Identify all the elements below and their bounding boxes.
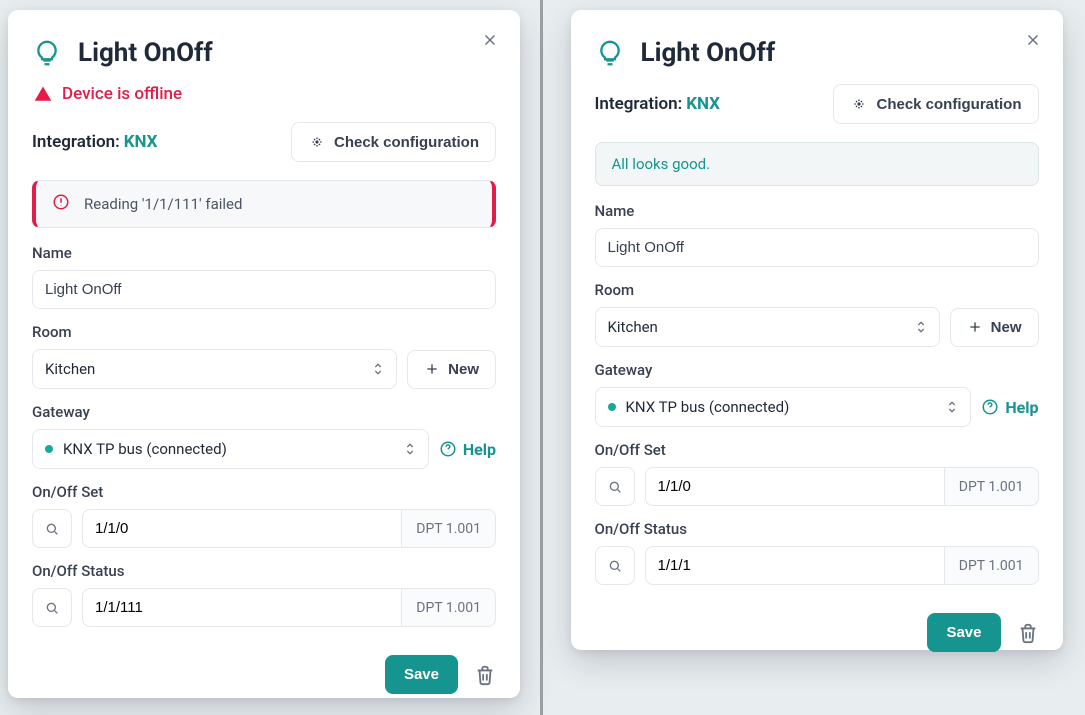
- success-alert: All looks good.: [595, 142, 1039, 186]
- dialog-header: Light OnOff: [595, 38, 1039, 78]
- error-alert: Reading '1/1/111' failed: [32, 180, 496, 228]
- name-label: Name: [32, 244, 496, 262]
- sparkle-icon: [308, 133, 326, 151]
- chevron-updown-icon: [944, 399, 960, 415]
- address-search-button[interactable]: [32, 588, 72, 627]
- device-dialog-left: Light OnOff Device is offline Integratio…: [8, 10, 520, 698]
- close-icon[interactable]: [478, 28, 502, 52]
- integration-label-group: Integration: KNX: [32, 132, 157, 152]
- check-config-label: Check configuration: [876, 96, 1021, 113]
- search-icon: [44, 600, 60, 616]
- trash-icon[interactable]: [1017, 622, 1039, 644]
- save-button[interactable]: Save: [927, 613, 1000, 652]
- dialog-header: Light OnOff: [32, 38, 496, 78]
- name-input[interactable]: [32, 270, 496, 309]
- close-icon[interactable]: [1021, 28, 1045, 52]
- success-text: All looks good.: [612, 155, 711, 173]
- plus-icon: [967, 319, 983, 335]
- room-select[interactable]: Kitchen: [32, 349, 397, 389]
- gateway-select[interactable]: KNX TP bus (connected): [32, 429, 429, 469]
- room-value: Kitchen: [608, 318, 658, 336]
- address-search-button[interactable]: [595, 467, 635, 506]
- new-room-button[interactable]: New: [407, 350, 496, 389]
- chevron-updown-icon: [370, 361, 386, 377]
- new-room-button[interactable]: New: [950, 308, 1039, 347]
- search-icon: [44, 521, 60, 537]
- dialog-title: Light OnOff: [78, 38, 213, 68]
- save-button[interactable]: Save: [385, 655, 458, 694]
- search-icon: [607, 479, 623, 495]
- integration-label: Integration:: [595, 94, 683, 114]
- dialog-title: Light OnOff: [641, 38, 776, 68]
- gateway-label: Gateway: [32, 403, 496, 421]
- room-value: Kitchen: [45, 360, 95, 378]
- onoff-status-label: On/Off Status: [595, 520, 1039, 538]
- integration-value[interactable]: KNX: [124, 132, 158, 152]
- onoff-status-dpt: DPT 1.001: [944, 546, 1039, 585]
- help-link[interactable]: Help: [439, 440, 496, 459]
- address-search-button[interactable]: [32, 509, 72, 548]
- gateway-value: KNX TP bus (connected): [626, 398, 790, 416]
- check-configuration-button[interactable]: Check configuration: [833, 84, 1038, 124]
- offline-text: Device is offline: [62, 84, 182, 104]
- offline-warning: Device is offline: [34, 84, 496, 104]
- integration-label: Integration:: [32, 132, 120, 152]
- onoff-set-input[interactable]: [82, 509, 401, 548]
- gateway-label: Gateway: [595, 361, 1039, 379]
- lightbulb-icon: [595, 38, 625, 68]
- onoff-status-input[interactable]: [645, 546, 944, 585]
- device-dialog-right: Light OnOff Integration: KNX Check confi…: [571, 10, 1063, 650]
- onoff-status-label: On/Off Status: [32, 562, 496, 580]
- integration-value[interactable]: KNX: [686, 94, 720, 114]
- sparkle-icon: [850, 95, 868, 113]
- name-label: Name: [595, 202, 1039, 220]
- chevron-updown-icon: [913, 319, 929, 335]
- onoff-set-dpt: DPT 1.001: [401, 509, 496, 548]
- onoff-status-input[interactable]: [82, 588, 401, 627]
- check-config-label: Check configuration: [334, 134, 479, 151]
- plus-icon: [424, 361, 440, 377]
- help-icon: [439, 440, 457, 458]
- help-label: Help: [1005, 398, 1038, 417]
- onoff-status-dpt: DPT 1.001: [401, 588, 496, 627]
- integration-label-group: Integration: KNX: [595, 94, 720, 114]
- room-label: Room: [595, 281, 1039, 299]
- help-link[interactable]: Help: [981, 398, 1038, 417]
- room-label: Room: [32, 323, 496, 341]
- warning-icon: [34, 85, 52, 103]
- onoff-set-input[interactable]: [645, 467, 944, 506]
- error-icon: [52, 193, 70, 215]
- onoff-set-label: On/Off Set: [595, 441, 1039, 459]
- gateway-select[interactable]: KNX TP bus (connected): [595, 387, 972, 427]
- save-label: Save: [946, 624, 981, 641]
- chevron-updown-icon: [402, 441, 418, 457]
- help-label: Help: [463, 440, 496, 459]
- search-icon: [607, 558, 623, 574]
- new-room-label: New: [991, 319, 1022, 336]
- room-select[interactable]: Kitchen: [595, 307, 940, 347]
- trash-icon[interactable]: [474, 664, 496, 686]
- error-text: Reading '1/1/111' failed: [84, 195, 242, 213]
- onoff-set-dpt: DPT 1.001: [944, 467, 1039, 506]
- help-icon: [981, 398, 999, 416]
- name-input[interactable]: [595, 228, 1039, 267]
- new-room-label: New: [448, 361, 479, 378]
- gateway-value: KNX TP bus (connected): [63, 440, 227, 458]
- save-label: Save: [404, 666, 439, 683]
- onoff-set-label: On/Off Set: [32, 483, 496, 501]
- status-dot-icon: [45, 445, 53, 453]
- check-configuration-button[interactable]: Check configuration: [291, 122, 496, 162]
- status-dot-icon: [608, 403, 616, 411]
- address-search-button[interactable]: [595, 546, 635, 585]
- lightbulb-icon: [32, 38, 62, 68]
